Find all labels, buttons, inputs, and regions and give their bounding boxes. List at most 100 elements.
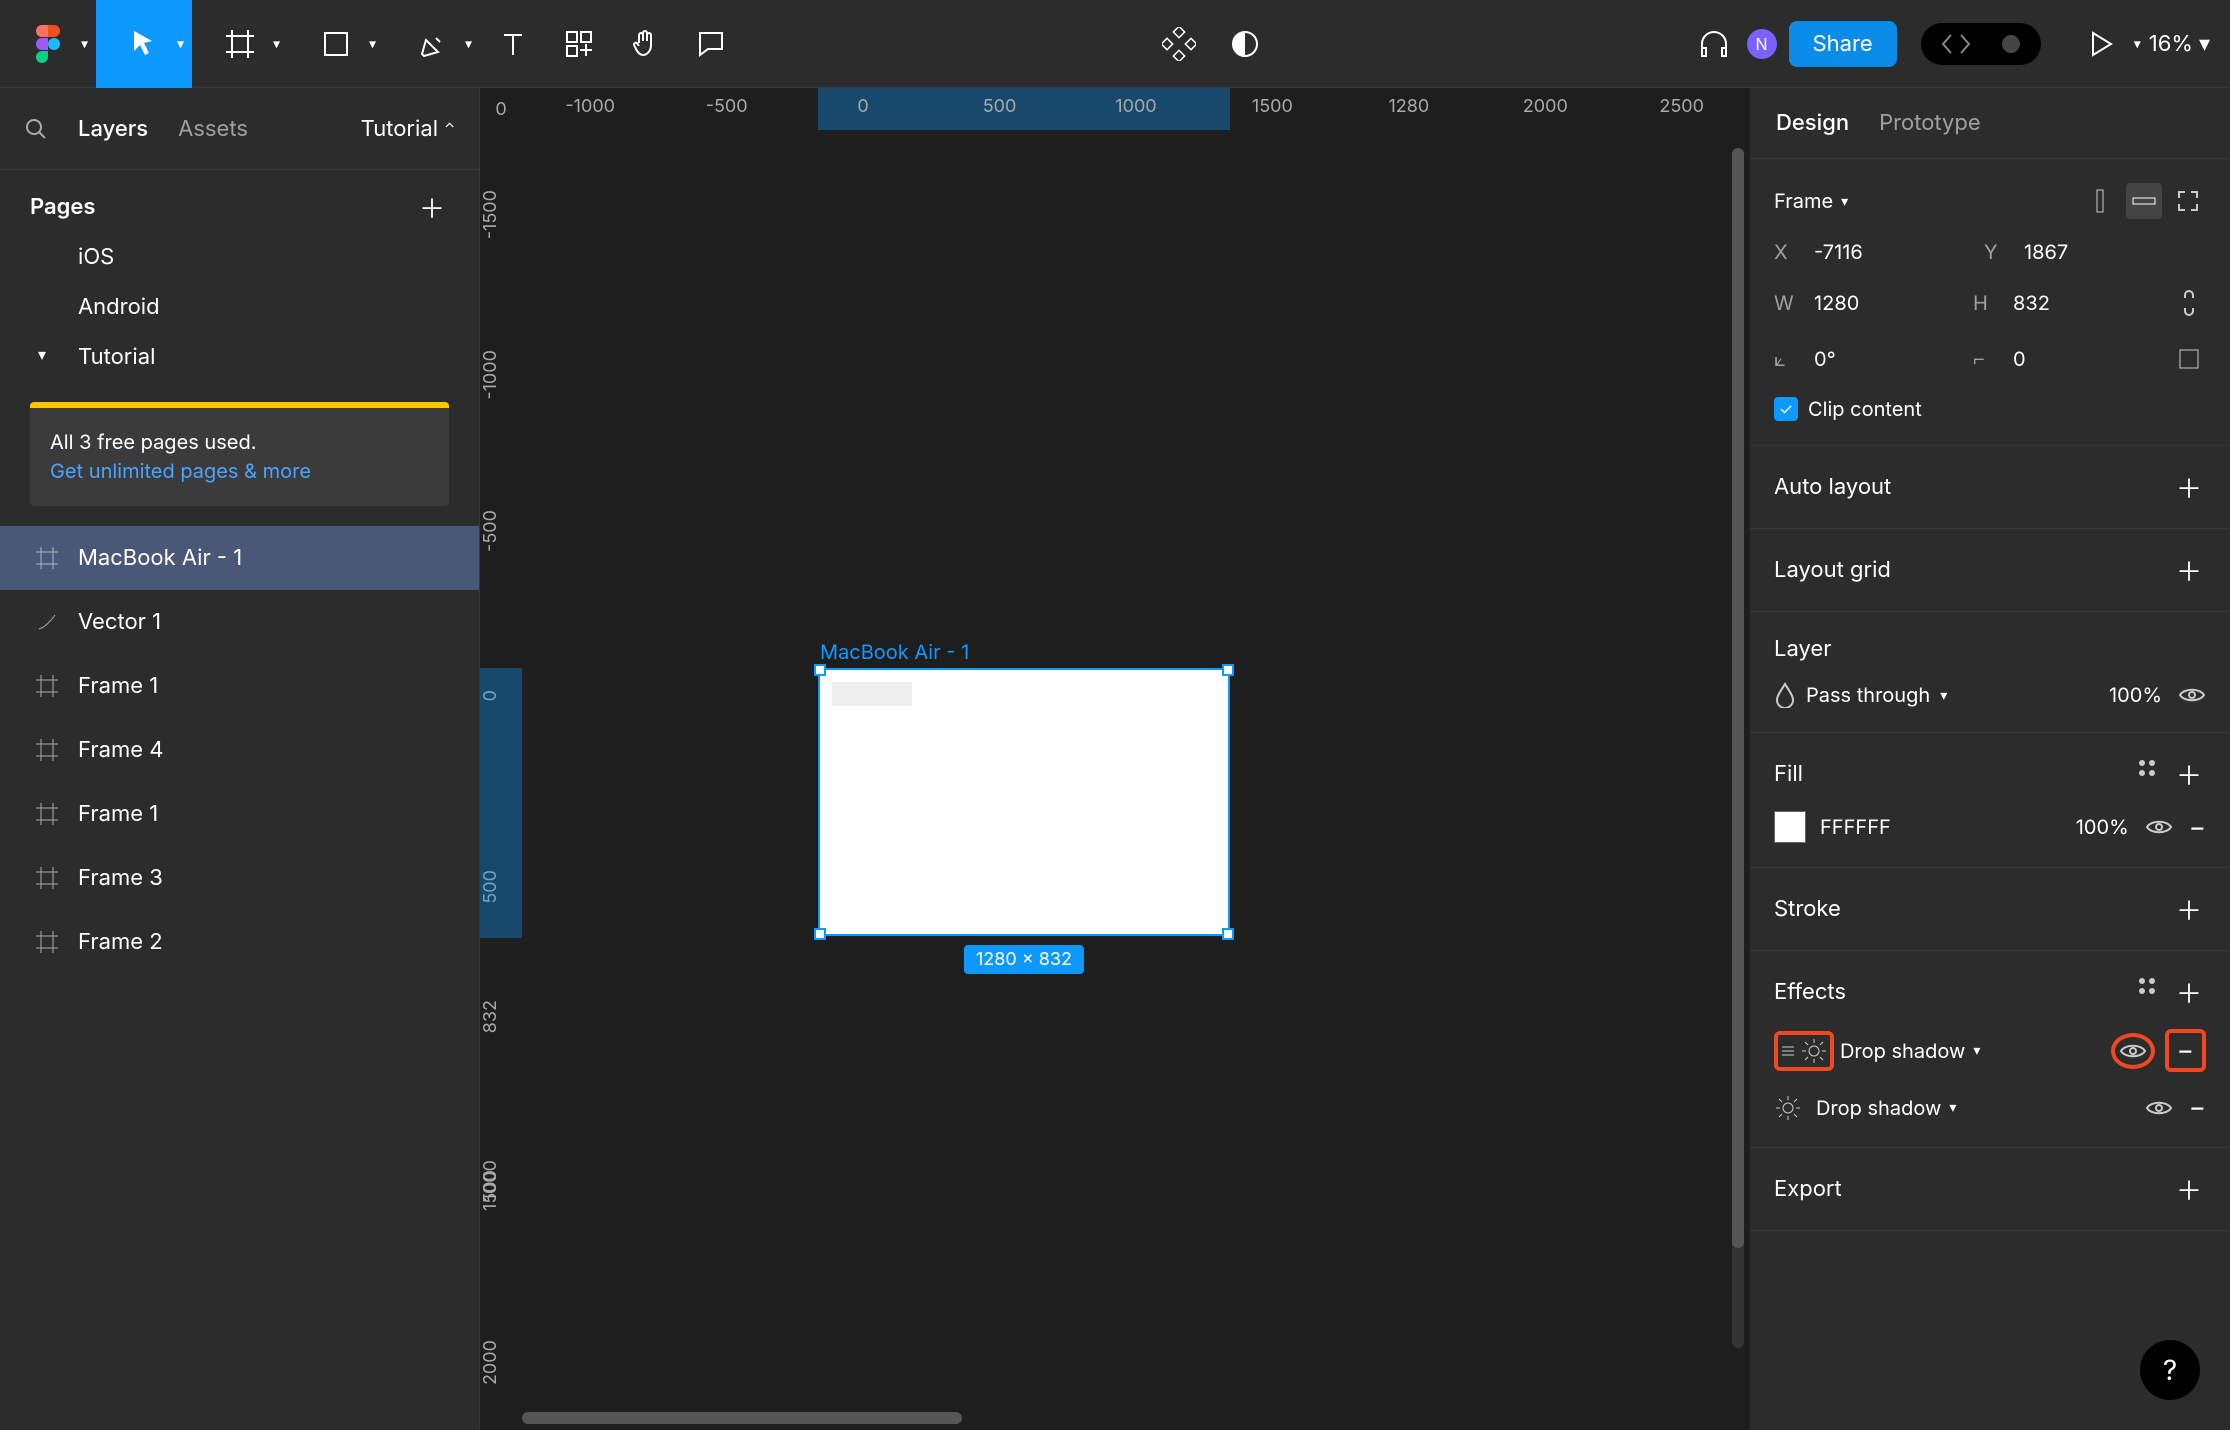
eye-icon[interactable] — [2119, 1041, 2147, 1061]
blend-icon — [1774, 682, 1796, 708]
fill-opacity[interactable]: 100% — [2076, 815, 2129, 839]
layer-row[interactable]: Frame 1 — [0, 782, 479, 846]
resources-tool[interactable] — [546, 0, 612, 88]
eye-icon[interactable] — [2145, 817, 2173, 837]
frame-tool[interactable]: ▾ — [192, 0, 288, 88]
layer-row[interactable]: Vector 1 — [0, 590, 479, 654]
effect-settings-icon[interactable] — [1800, 1037, 1828, 1065]
eye-icon[interactable] — [2145, 1098, 2173, 1118]
text-icon — [500, 31, 526, 57]
tab-prototype[interactable]: Prototype — [1879, 110, 1981, 136]
w-input[interactable] — [1812, 290, 1932, 316]
add-auto-layout[interactable]: ＋ — [2172, 470, 2206, 504]
effect-settings-icon[interactable] — [1774, 1094, 1802, 1122]
radius-input[interactable] — [2011, 346, 2131, 372]
code-icon — [1941, 33, 1971, 55]
resize-fit-button[interactable] — [2170, 183, 2206, 219]
fill-swatch[interactable] — [1774, 811, 1806, 843]
layout-grid-label: Layout grid — [1774, 557, 1891, 583]
add-page-button[interactable]: ＋ — [415, 190, 449, 224]
add-export[interactable]: ＋ — [2172, 1172, 2206, 1206]
ruler-tick: 1280 — [1341, 88, 1477, 130]
resize-v-icon — [2090, 188, 2110, 214]
style-icon[interactable] — [2136, 757, 2158, 779]
plugins-button[interactable] — [1146, 0, 1212, 88]
tab-design[interactable]: Design — [1776, 110, 1849, 136]
h-input[interactable] — [2011, 290, 2131, 316]
drag-handle-icon[interactable] — [1780, 1043, 1796, 1059]
clip-content-row[interactable]: ✓ Clip content — [1750, 387, 2230, 431]
layer-section-label: Layer — [1774, 636, 1832, 662]
zoom-menu[interactable]: 16%▾ — [2149, 31, 2230, 57]
horizontal-scrollbar[interactable] — [522, 1412, 962, 1424]
avatar[interactable]: N — [1747, 29, 1777, 59]
text-tool[interactable] — [480, 0, 546, 88]
eye-icon[interactable] — [2178, 685, 2206, 705]
hand-tool[interactable] — [612, 0, 678, 88]
layer-opacity-value[interactable]: 100% — [2109, 683, 2162, 707]
layer-row[interactable]: MacBook Air - 1 — [0, 526, 479, 590]
add-fill[interactable]: ＋ — [2172, 757, 2206, 791]
diamond-grid-icon — [1162, 27, 1196, 61]
upgrade-notice: All 3 free pages used. Get unlimited pag… — [30, 402, 449, 506]
tab-layers[interactable]: Layers — [78, 116, 148, 142]
layer-name: Frame 1 — [78, 801, 158, 827]
y-input[interactable] — [2022, 239, 2142, 265]
layer-row[interactable]: Frame 1 — [0, 654, 479, 718]
shape-tool[interactable]: ▾ — [288, 0, 384, 88]
left-panel-header: Layers Assets Tutorial⌃ — [0, 88, 479, 170]
help-button[interactable]: ? — [2140, 1340, 2200, 1400]
effect-type-dropdown-1[interactable]: Drop shadow▾ — [1840, 1039, 1980, 1063]
upgrade-link[interactable]: Get unlimited pages & more — [50, 459, 311, 483]
blend-mode-dropdown[interactable]: Pass through▾ — [1774, 682, 1947, 708]
dev-mode-toggle[interactable] — [1921, 23, 2041, 65]
vertical-scrollbar[interactable] — [1732, 148, 1744, 1348]
dark-mode-toggle[interactable] — [1212, 0, 1278, 88]
resize-vertical-button[interactable] — [2082, 183, 2118, 219]
add-layout-grid[interactable]: ＋ — [2172, 553, 2206, 587]
remove-effect-2[interactable]: − — [2189, 1092, 2206, 1123]
tab-assets[interactable]: Assets — [178, 116, 248, 142]
style-icon[interactable] — [2136, 975, 2158, 997]
present-button[interactable]: ▾ — [2053, 0, 2149, 88]
ruler-origin: 0 — [480, 88, 522, 130]
frame-icon — [34, 673, 60, 699]
frame-label[interactable]: MacBook Air - 1 — [820, 640, 969, 664]
pen-tool[interactable]: ▾ — [384, 0, 480, 88]
add-stroke[interactable]: ＋ — [2172, 892, 2206, 926]
effect-row-1: Drop shadow▾ − — [1750, 1019, 2230, 1082]
export-label: Export — [1774, 1176, 1842, 1202]
layer-row[interactable]: Frame 3 — [0, 846, 479, 910]
resize-horizontal-button[interactable] — [2126, 183, 2162, 219]
audio-button[interactable] — [1681, 0, 1747, 88]
x-input[interactable] — [1812, 239, 1932, 265]
remove-fill[interactable]: − — [2189, 812, 2206, 843]
main-menu-button[interactable]: ▾ — [0, 0, 96, 88]
selected-frame[interactable]: MacBook Air - 1 1280 × 832 — [818, 668, 1230, 936]
share-button[interactable]: Share — [1789, 21, 1897, 67]
layer-row[interactable]: Frame 4 — [0, 718, 479, 782]
comment-tool[interactable] — [678, 0, 744, 88]
effect-type-dropdown-2[interactable]: Drop shadow▾ — [1816, 1096, 1956, 1120]
effect-row-2: Drop shadow▾ − — [1750, 1082, 2230, 1133]
add-effect[interactable]: ＋ — [2172, 975, 2206, 1009]
page-item-ios[interactable]: iOS — [0, 232, 479, 282]
constrain-proportions[interactable] — [2172, 285, 2206, 321]
clip-content-label: Clip content — [1808, 397, 1922, 421]
search-icon[interactable] — [24, 117, 48, 141]
clip-content-checkbox[interactable]: ✓ — [1774, 397, 1798, 421]
rotation-input[interactable] — [1812, 346, 1932, 372]
layer-row[interactable]: Frame 2 — [0, 910, 479, 974]
fill-hex[interactable]: FFFFFF — [1820, 815, 1891, 839]
ruler-tick: 2000 — [480, 1340, 501, 1385]
file-name-dropdown[interactable]: Tutorial⌃ — [361, 116, 455, 142]
independent-corners[interactable] — [2172, 341, 2206, 377]
move-tool[interactable]: ▾ — [96, 0, 192, 88]
frame-preset-dropdown[interactable]: Frame▾ — [1774, 189, 1848, 213]
ruler-selection-v — [480, 668, 522, 938]
page-item-tutorial[interactable]: Tutorial — [0, 332, 479, 382]
selection-dimensions: 1280 × 832 — [964, 945, 1084, 974]
remove-effect-1[interactable]: − — [2171, 1035, 2200, 1066]
page-item-android[interactable]: Android — [0, 282, 479, 332]
canvas[interactable]: 0 -1000-500050010001500128020002500 -150… — [480, 88, 1750, 1430]
